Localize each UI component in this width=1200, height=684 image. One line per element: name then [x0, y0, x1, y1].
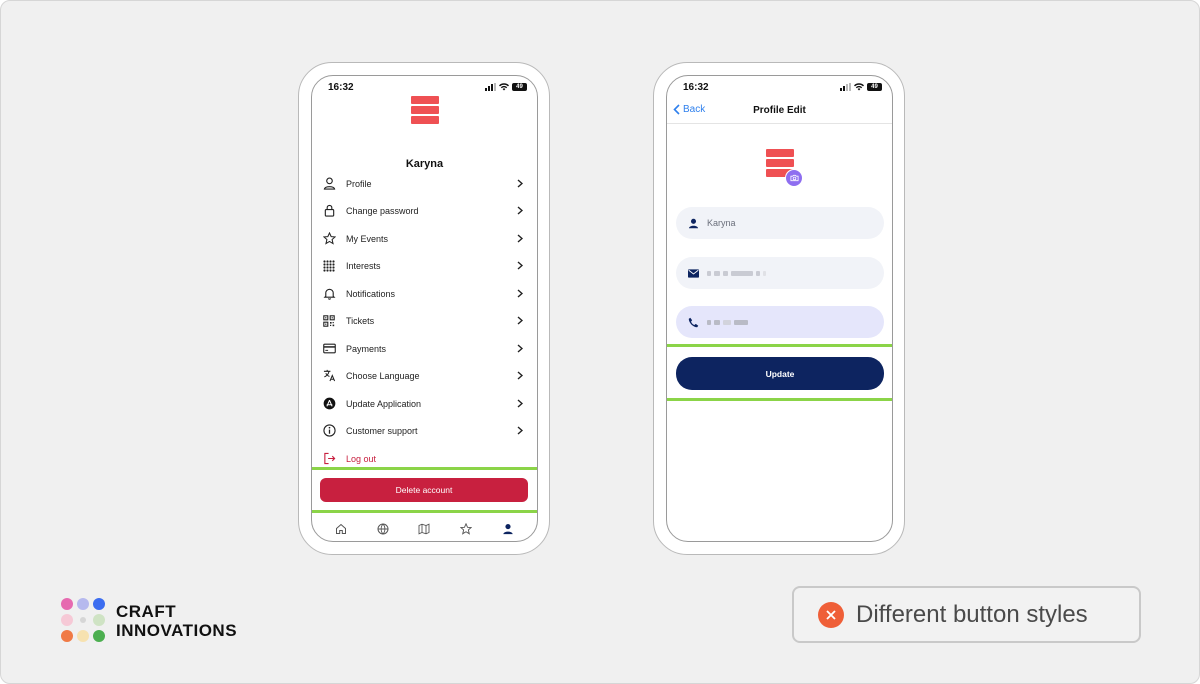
chevron-right-icon: [515, 344, 525, 354]
phone-icon: [687, 316, 699, 328]
profile-name: Karyna: [405, 158, 444, 170]
highlight-line-bottom: [312, 510, 537, 513]
chevron-right-icon: [515, 316, 525, 326]
delete-account-button[interactable]: Delete account: [320, 478, 528, 502]
signal-icon: [840, 83, 851, 91]
wifi-icon: [499, 83, 509, 91]
credit-card-icon: [322, 342, 336, 356]
chevron-right-icon: [515, 179, 525, 189]
menu-label: Choose Language: [346, 370, 420, 381]
camera-icon[interactable]: [785, 169, 803, 187]
signal-icon: [485, 83, 496, 91]
menu-item-choose-language[interactable]: Choose Language: [312, 362, 537, 389]
menu-label: Profile: [346, 178, 372, 189]
close-icon: [818, 601, 844, 628]
menu-item-change-password[interactable]: Change password: [312, 197, 537, 224]
info-icon: [322, 424, 336, 438]
brand-line-2: INNOVATIONS: [116, 621, 238, 640]
menu-label: Notifications: [346, 288, 396, 299]
name-value: Karyna: [707, 218, 736, 228]
menu-item-payments[interactable]: Payments: [312, 335, 537, 362]
left-phone-frame: 16:32 49 Karyna Profile Change password …: [298, 62, 550, 555]
chevron-right-icon: [515, 399, 525, 409]
logout-icon: [322, 452, 336, 466]
lock-icon: [322, 204, 336, 218]
update-button[interactable]: Update: [676, 357, 884, 390]
page-title: Profile Edit: [753, 105, 806, 116]
home-icon[interactable]: [334, 522, 348, 536]
map-icon[interactable]: [417, 522, 431, 536]
nav-bar: Back Profile Edit: [667, 102, 892, 124]
name-field[interactable]: Karyna: [676, 207, 884, 239]
issue-callout: Different button styles: [792, 586, 1141, 643]
menu-label: Tickets: [346, 315, 375, 326]
star-icon[interactable]: [459, 522, 473, 536]
logo-dots: [61, 598, 107, 644]
profile-menu-screen: 16:32 49 Karyna Profile Change password …: [311, 75, 538, 542]
email-field[interactable]: [676, 257, 884, 289]
person-icon: [322, 177, 336, 191]
chevron-right-icon: [515, 261, 525, 271]
battery-icon: 49: [512, 83, 527, 91]
chevron-right-icon: [515, 371, 525, 381]
phone-field[interactable]: [676, 306, 884, 338]
menu-item-my-events[interactable]: My Events: [312, 225, 537, 252]
menu-label: Customer support: [346, 425, 418, 436]
menu-item-customer-support[interactable]: Customer support: [312, 417, 537, 444]
tab-bar: [312, 517, 537, 541]
menu-label: Update Application: [346, 398, 422, 409]
menu-label: Change password: [346, 205, 419, 216]
battery-icon: 49: [867, 83, 882, 91]
person-icon: [687, 217, 699, 229]
status-time: 16:32: [683, 82, 709, 93]
wifi-icon: [854, 83, 864, 91]
status-time: 16:32: [328, 82, 354, 93]
mail-icon: [687, 267, 699, 279]
menu-item-notifications[interactable]: Notifications: [312, 280, 537, 307]
grid-dots-icon: [322, 259, 336, 273]
email-redacted: [707, 269, 766, 277]
menu-item-tickets[interactable]: Tickets: [312, 307, 537, 334]
issue-text: Different button styles: [856, 600, 1088, 628]
logout-label: Log out: [346, 453, 377, 464]
highlight-line-top: [667, 344, 892, 347]
qr-code-icon: [322, 314, 336, 328]
translate-icon: [322, 369, 336, 383]
chevron-right-icon: [515, 289, 525, 299]
menu-label: Interests: [346, 260, 381, 271]
app-logo: [411, 96, 439, 124]
status-bar: 16:32 49: [312, 76, 537, 98]
status-bar: 16:32 49: [667, 76, 892, 98]
star-icon: [322, 232, 336, 246]
menu-item-profile[interactable]: Profile: [312, 170, 537, 197]
chevron-right-icon: [515, 234, 525, 244]
menu-label: My Events: [346, 233, 389, 244]
chevron-right-icon: [515, 426, 525, 436]
bell-icon: [322, 287, 336, 301]
highlight-line-top: [312, 467, 537, 470]
app-store-icon: [322, 397, 336, 411]
highlight-line-bottom: [667, 398, 892, 401]
brand-name: CRAFT INNOVATIONS: [116, 602, 237, 640]
profile-icon[interactable]: [501, 522, 515, 536]
slide-canvas: 16:32 49 Karyna Profile Change password …: [0, 0, 1200, 684]
chevron-right-icon: [515, 206, 525, 216]
menu-item-interests[interactable]: Interests: [312, 252, 537, 279]
menu-label: Payments: [346, 343, 387, 354]
globe-icon[interactable]: [376, 522, 390, 536]
phone-redacted: [707, 318, 748, 326]
profile-edit-screen: 16:32 49 Back Profile Edit Karyna Update: [666, 75, 893, 542]
brand-line-1: CRAFT: [116, 602, 177, 621]
right-phone-frame: 16:32 49 Back Profile Edit Karyna Update: [653, 62, 905, 555]
menu-item-update-application[interactable]: Update Application: [312, 390, 537, 417]
